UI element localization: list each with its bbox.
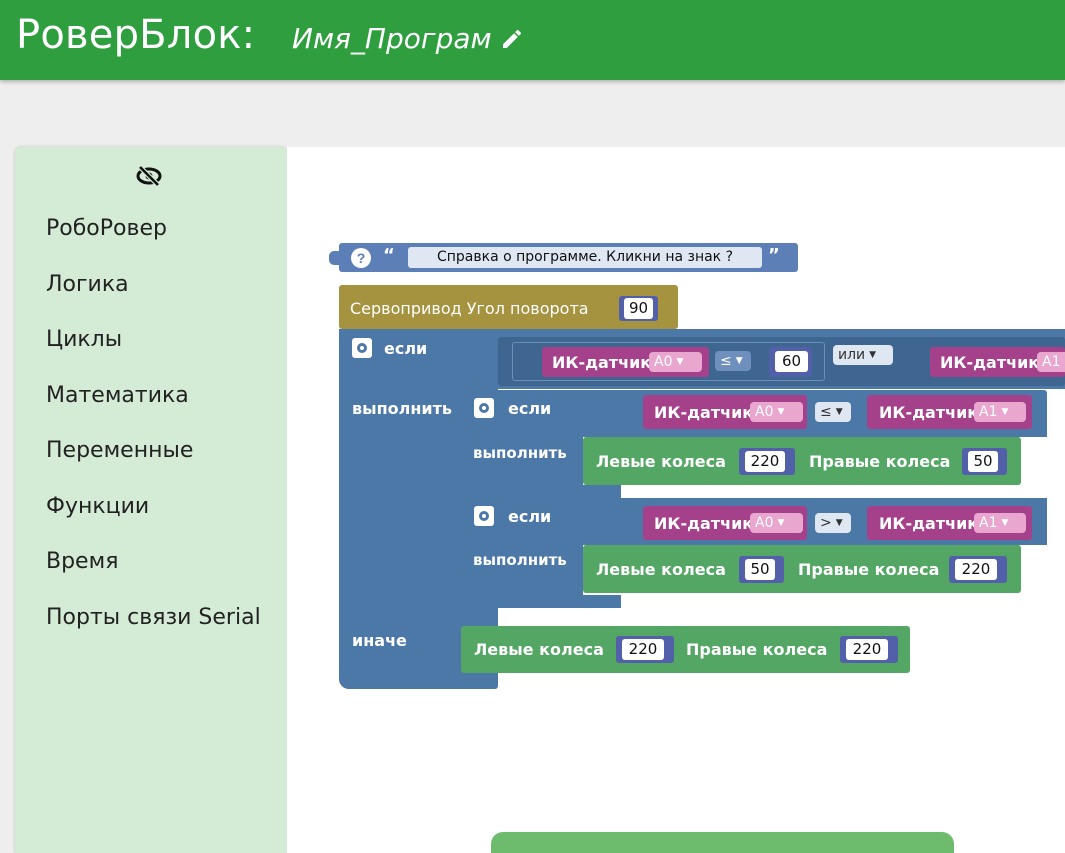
ir-sensor-label: ИК-датчик: [552, 353, 652, 372]
logic-or-dropdown[interactable]: или ▼: [833, 345, 893, 365]
operator-dropdown[interactable]: ≤ ▼: [715, 351, 751, 371]
port-dropdown[interactable]: A1 ▼: [974, 513, 1026, 533]
help-icon[interactable]: ?: [351, 248, 371, 268]
do-main-label: выполнить: [352, 399, 453, 418]
sidebar-item-functions[interactable]: Функции: [46, 494, 149, 519]
gear-icon[interactable]: [352, 338, 372, 358]
ir-sensor-label: ИК-датчик: [940, 353, 1040, 372]
port-value: A1: [979, 404, 998, 420]
wheels-block-else[interactable]: Левые колеса 220 Правые колеса 220: [461, 626, 910, 673]
close-quote: ”: [768, 245, 780, 266]
port-dropdown[interactable]: A0 ▼: [750, 513, 803, 533]
app-title: РоверБлок:: [16, 12, 256, 58]
sidebar-item-loops[interactable]: Циклы: [46, 327, 122, 352]
servo-value[interactable]: 90: [624, 298, 653, 319]
if-block-inner-1-foot: [461, 485, 621, 498]
operator-value: ≤: [720, 353, 732, 369]
ir-sensor-block-3[interactable]: ИК-датчик A0 ▼: [643, 395, 807, 429]
right-wheels-value[interactable]: 220: [955, 559, 997, 580]
eye-slash-icon[interactable]: [136, 165, 162, 187]
port-value: A1: [979, 515, 998, 531]
right-wheels-label: Правые колеса: [798, 560, 940, 579]
right-wheels-value[interactable]: 50: [968, 451, 998, 472]
port-value: A0: [755, 404, 774, 420]
toolbox-sidebar: РобоРовер Логика Циклы Математика Переме…: [15, 147, 287, 853]
else-main-label: иначе: [352, 631, 407, 650]
ir-sensor-block-2[interactable]: ИК-датчик A1: [930, 347, 1065, 377]
right-wheels-value[interactable]: 220: [846, 639, 888, 660]
right-wheels-value-block[interactable]: 50: [962, 448, 1007, 475]
port-dropdown[interactable]: A1 ▼: [974, 402, 1026, 422]
servo-block[interactable]: Сервопривод Угол поворота 90: [339, 285, 678, 329]
sidebar-item-time[interactable]: Время: [46, 549, 118, 574]
port-dropdown[interactable]: A0 ▼: [649, 352, 702, 372]
port-dropdown[interactable]: A0 ▼: [750, 402, 803, 422]
if-main-label: если: [384, 339, 428, 358]
if-block-inner-2-foot: [461, 595, 621, 608]
sidebar-item-serial[interactable]: Порты связи Serial: [46, 605, 261, 630]
operator-value: >: [820, 515, 832, 531]
sidebar-item-math[interactable]: Математика: [46, 383, 189, 408]
number-block-60[interactable]: 60: [769, 347, 812, 377]
port-value: A0: [755, 515, 774, 531]
ir-sensor-label: ИК-датчик: [879, 403, 979, 422]
port-value: A1: [1042, 354, 1061, 370]
left-wheels-label: Левые колеса: [474, 640, 604, 659]
left-wheels-value[interactable]: 220: [745, 451, 785, 472]
if-inner1-label: если: [508, 399, 552, 418]
bottom-action-button[interactable]: [491, 832, 954, 853]
comment-text[interactable]: Справка о программе. Кликни на знак ?: [408, 247, 762, 268]
wheels-block-2[interactable]: Левые колеса 50 Правые колеса 220: [583, 545, 1021, 593]
program-name-field[interactable]: Имя_Програм: [292, 22, 500, 55]
left-wheels-value[interactable]: 50: [745, 559, 775, 580]
operator-dropdown[interactable]: > ▼: [815, 513, 851, 533]
right-wheels-label: Правые колеса: [809, 452, 951, 471]
comment-connector: [329, 251, 339, 265]
number-value[interactable]: 60: [775, 351, 808, 372]
ir-sensor-block-6[interactable]: ИК-датчик A1 ▼: [867, 506, 1032, 540]
ir-sensor-label: ИК-датчик: [654, 403, 754, 422]
operator-dropdown[interactable]: ≤ ▼: [815, 402, 851, 422]
left-wheels-value-block[interactable]: 50: [739, 556, 784, 583]
wheels-block-1[interactable]: Левые колеса 220 Правые колеса 50: [583, 437, 1021, 485]
if-inner2-label: если: [508, 507, 552, 526]
pencil-icon[interactable]: [500, 27, 524, 51]
sidebar-item-logic[interactable]: Логика: [46, 272, 129, 297]
logic-op-value: или: [838, 347, 866, 363]
left-wheels-label: Левые колеса: [596, 452, 726, 471]
ir-sensor-label: ИК-датчик: [654, 514, 754, 533]
app-header: РоверБлок: Имя_Програм: [0, 0, 1065, 80]
right-wheels-label: Правые колеса: [686, 640, 828, 659]
left-wheels-value[interactable]: 220: [622, 639, 664, 660]
right-wheels-value-block[interactable]: 220: [840, 636, 898, 663]
ir-sensor-block-5[interactable]: ИК-датчик A0 ▼: [643, 506, 807, 540]
do-inner1-label: выполнить: [473, 444, 567, 462]
comment-block[interactable]: ? “ Справка о программе. Кликни на знак …: [339, 243, 798, 272]
sidebar-item-variables[interactable]: Переменные: [46, 438, 193, 463]
ir-sensor-block-1[interactable]: ИК-датчик A0 ▼: [542, 347, 709, 377]
left-wheels-value-block[interactable]: 220: [739, 448, 795, 475]
ir-sensor-label: ИК-датчик: [879, 514, 979, 533]
servo-value-block[interactable]: 90: [619, 296, 658, 321]
left-wheels-value-block[interactable]: 220: [616, 636, 674, 663]
sidebar-item-roborover[interactable]: РобоРовер: [46, 216, 167, 241]
gear-icon[interactable]: [474, 398, 494, 418]
operator-value: ≤: [820, 404, 832, 420]
right-wheels-value-block[interactable]: 220: [949, 556, 1007, 583]
servo-label: Сервопривод Угол поворота: [350, 299, 589, 318]
port-value: A0: [654, 354, 673, 370]
left-wheels-label: Левые колеса: [596, 560, 726, 579]
open-quote: “: [383, 245, 395, 266]
port-dropdown[interactable]: A1: [1037, 352, 1065, 372]
do-inner2-label: выполнить: [473, 551, 567, 569]
ir-sensor-block-4[interactable]: ИК-датчик A1 ▼: [867, 395, 1032, 429]
gear-icon[interactable]: [474, 506, 494, 526]
